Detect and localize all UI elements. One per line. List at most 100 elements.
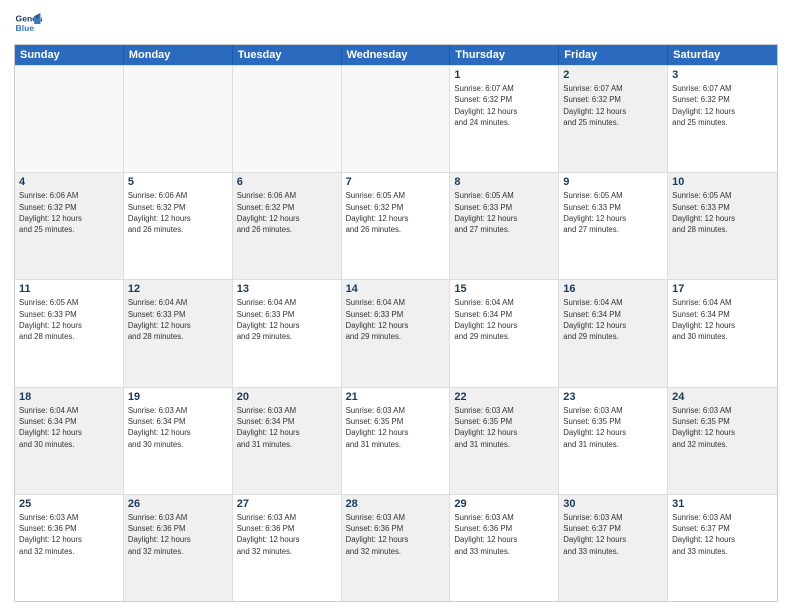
- calendar-cell: 10 Sunrise: 6:05 AM Sunset: 6:33 PM Dayli…: [668, 173, 777, 279]
- calendar-cell: 19 Sunrise: 6:03 AM Sunset: 6:34 PM Dayli…: [124, 388, 233, 494]
- logo-icon: General Blue: [14, 10, 42, 38]
- calendar-cell: [124, 66, 233, 172]
- day-number: 24: [672, 391, 773, 403]
- svg-text:Blue: Blue: [16, 23, 35, 33]
- calendar-cell: 27 Sunrise: 6:03 AM Sunset: 6:36 PM Dayli…: [233, 495, 342, 601]
- calendar: SundayMondayTuesdayWednesdayThursdayFrid…: [14, 44, 778, 602]
- calendar-cell: 1 Sunrise: 6:07 AM Sunset: 6:32 PM Daylig…: [450, 66, 559, 172]
- calendar-cell: 21 Sunrise: 6:03 AM Sunset: 6:35 PM Dayli…: [342, 388, 451, 494]
- calendar-cell: 9 Sunrise: 6:05 AM Sunset: 6:33 PM Daylig…: [559, 173, 668, 279]
- day-number: 26: [128, 498, 228, 510]
- day-number: 16: [563, 283, 663, 295]
- calendar-cell: 3 Sunrise: 6:07 AM Sunset: 6:32 PM Daylig…: [668, 66, 777, 172]
- day-number: 15: [454, 283, 554, 295]
- calendar-cell: [342, 66, 451, 172]
- weekday-label: Wednesday: [342, 45, 451, 65]
- cell-info: Sunrise: 6:06 AM Sunset: 6:32 PM Dayligh…: [128, 190, 228, 235]
- day-number: 5: [128, 176, 228, 188]
- calendar-cell: 22 Sunrise: 6:03 AM Sunset: 6:35 PM Dayli…: [450, 388, 559, 494]
- cell-info: Sunrise: 6:06 AM Sunset: 6:32 PM Dayligh…: [237, 190, 337, 235]
- cell-info: Sunrise: 6:04 AM Sunset: 6:34 PM Dayligh…: [563, 297, 663, 342]
- cell-info: Sunrise: 6:03 AM Sunset: 6:36 PM Dayligh…: [128, 512, 228, 557]
- calendar-cell: 2 Sunrise: 6:07 AM Sunset: 6:32 PM Daylig…: [559, 66, 668, 172]
- day-number: 6: [237, 176, 337, 188]
- calendar-cell: 17 Sunrise: 6:04 AM Sunset: 6:34 PM Dayli…: [668, 280, 777, 386]
- day-number: 17: [672, 283, 773, 295]
- day-number: 21: [346, 391, 446, 403]
- calendar-cell: [15, 66, 124, 172]
- calendar-cell: 25 Sunrise: 6:03 AM Sunset: 6:36 PM Dayli…: [15, 495, 124, 601]
- day-number: 13: [237, 283, 337, 295]
- cell-info: Sunrise: 6:05 AM Sunset: 6:33 PM Dayligh…: [672, 190, 773, 235]
- calendar-cell: 6 Sunrise: 6:06 AM Sunset: 6:32 PM Daylig…: [233, 173, 342, 279]
- day-number: 10: [672, 176, 773, 188]
- calendar-week: 11 Sunrise: 6:05 AM Sunset: 6:33 PM Dayli…: [15, 279, 777, 386]
- cell-info: Sunrise: 6:07 AM Sunset: 6:32 PM Dayligh…: [672, 83, 773, 128]
- cell-info: Sunrise: 6:04 AM Sunset: 6:34 PM Dayligh…: [672, 297, 773, 342]
- day-number: 29: [454, 498, 554, 510]
- calendar-cell: 11 Sunrise: 6:05 AM Sunset: 6:33 PM Dayli…: [15, 280, 124, 386]
- cell-info: Sunrise: 6:03 AM Sunset: 6:35 PM Dayligh…: [454, 405, 554, 450]
- cell-info: Sunrise: 6:05 AM Sunset: 6:33 PM Dayligh…: [454, 190, 554, 235]
- calendar-cell: 24 Sunrise: 6:03 AM Sunset: 6:35 PM Dayli…: [668, 388, 777, 494]
- day-number: 1: [454, 69, 554, 81]
- calendar-week: 25 Sunrise: 6:03 AM Sunset: 6:36 PM Dayli…: [15, 494, 777, 601]
- logo: General Blue: [14, 10, 46, 38]
- weekday-label: Saturday: [668, 45, 777, 65]
- calendar-header: SundayMondayTuesdayWednesdayThursdayFrid…: [15, 45, 777, 65]
- calendar-cell: 29Sunrise: 6:03 AM Sunset: 6:36 PM Dayli…: [450, 495, 559, 601]
- cell-info: Sunrise: 6:03 AM Sunset: 6:36 PM Dayligh…: [346, 512, 446, 557]
- day-number: 20: [237, 391, 337, 403]
- day-number: 25: [19, 498, 119, 510]
- weekday-label: Monday: [124, 45, 233, 65]
- cell-info: Sunrise: 6:05 AM Sunset: 6:33 PM Dayligh…: [563, 190, 663, 235]
- cell-info: Sunrise: 6:03 AM Sunset: 6:34 PM Dayligh…: [128, 405, 228, 450]
- day-number: 22: [454, 391, 554, 403]
- cell-info: Sunrise: 6:03 AM Sunset: 6:37 PM Dayligh…: [672, 512, 773, 557]
- cell-info: Sunrise: 6:03 AM Sunset: 6:35 PM Dayligh…: [346, 405, 446, 450]
- cell-info: Sunrise: 6:04 AM Sunset: 6:33 PM Dayligh…: [128, 297, 228, 342]
- calendar-cell: 7Sunrise: 6:05 AM Sunset: 6:32 PM Daylig…: [342, 173, 451, 279]
- day-number: 9: [563, 176, 663, 188]
- cell-info: Sunrise: 6:07 AM Sunset: 6:32 PM Dayligh…: [563, 83, 663, 128]
- day-number: 3: [672, 69, 773, 81]
- day-number: 4: [19, 176, 119, 188]
- cell-info: Sunrise: 6:03 AM Sunset: 6:36 PM Dayligh…: [237, 512, 337, 557]
- calendar-cell: 18Sunrise: 6:04 AM Sunset: 6:34 PM Dayli…: [15, 388, 124, 494]
- day-number: 27: [237, 498, 337, 510]
- calendar-cell: 31 Sunrise: 6:03 AM Sunset: 6:37 PM Dayli…: [668, 495, 777, 601]
- calendar-cell: 30Sunrise: 6:03 AM Sunset: 6:37 PM Dayli…: [559, 495, 668, 601]
- calendar-cell: 15Sunrise: 6:04 AM Sunset: 6:34 PM Dayli…: [450, 280, 559, 386]
- calendar-cell: 4 Sunrise: 6:06 AM Sunset: 6:32 PM Daylig…: [15, 173, 124, 279]
- weekday-label: Thursday: [450, 45, 559, 65]
- day-number: 18: [19, 391, 119, 403]
- calendar-cell: 26 Sunrise: 6:03 AM Sunset: 6:36 PM Dayli…: [124, 495, 233, 601]
- day-number: 28: [346, 498, 446, 510]
- day-number: 7: [346, 176, 446, 188]
- day-number: 31: [672, 498, 773, 510]
- day-number: 8: [454, 176, 554, 188]
- calendar-cell: 28 Sunrise: 6:03 AM Sunset: 6:36 PM Dayli…: [342, 495, 451, 601]
- header: General Blue: [14, 10, 778, 38]
- calendar-week: 4 Sunrise: 6:06 AM Sunset: 6:32 PM Daylig…: [15, 172, 777, 279]
- calendar-cell: 20 Sunrise: 6:03 AM Sunset: 6:34 PM Dayli…: [233, 388, 342, 494]
- cell-info: Sunrise: 6:03 AM Sunset: 6:36 PM Dayligh…: [19, 512, 119, 557]
- cell-info: Sunrise: 6:03 AM Sunset: 6:34 PM Dayligh…: [237, 405, 337, 450]
- cell-info: Sunrise: 6:03 AM Sunset: 6:35 PM Dayligh…: [563, 405, 663, 450]
- cell-info: Sunrise: 6:07 AM Sunset: 6:32 PM Dayligh…: [454, 83, 554, 128]
- page: General Blue SundayMondayTuesdayWednesda…: [0, 0, 792, 612]
- cell-info: Sunrise: 6:03 AM Sunset: 6:35 PM Dayligh…: [672, 405, 773, 450]
- weekday-label: Sunday: [15, 45, 124, 65]
- day-number: 19: [128, 391, 228, 403]
- day-number: 11: [19, 283, 119, 295]
- calendar-cell: 13Sunrise: 6:04 AM Sunset: 6:33 PM Dayli…: [233, 280, 342, 386]
- weekday-label: Tuesday: [233, 45, 342, 65]
- cell-info: Sunrise: 6:06 AM Sunset: 6:32 PM Dayligh…: [19, 190, 119, 235]
- cell-info: Sunrise: 6:05 AM Sunset: 6:33 PM Dayligh…: [19, 297, 119, 342]
- calendar-week: 1 Sunrise: 6:07 AM Sunset: 6:32 PM Daylig…: [15, 65, 777, 172]
- day-number: 14: [346, 283, 446, 295]
- day-number: 2: [563, 69, 663, 81]
- calendar-cell: 8 Sunrise: 6:05 AM Sunset: 6:33 PM Daylig…: [450, 173, 559, 279]
- calendar-cell: [233, 66, 342, 172]
- calendar-cell: 23Sunrise: 6:03 AM Sunset: 6:35 PM Dayli…: [559, 388, 668, 494]
